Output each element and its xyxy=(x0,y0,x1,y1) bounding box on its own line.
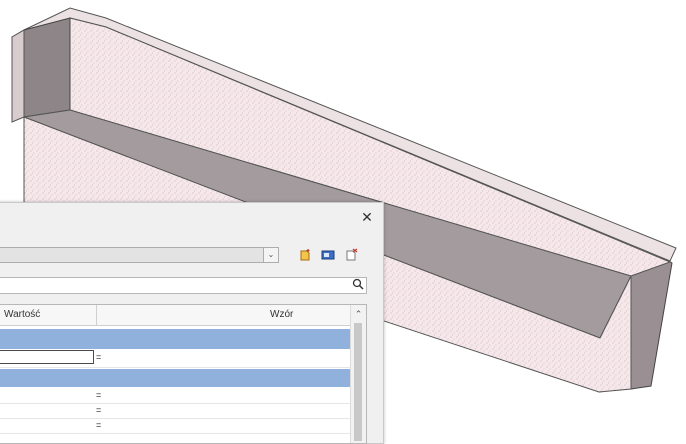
parameter-group-row[interactable] xyxy=(0,369,352,387)
parameter-group-row[interactable] xyxy=(0,329,352,349)
table-row[interactable]: = xyxy=(0,404,352,419)
column-header-formula[interactable]: Wzór xyxy=(270,305,293,325)
type-name-combobox[interactable]: ⌄ xyxy=(0,247,279,263)
rename-type-icon[interactable] xyxy=(321,248,335,262)
beam-end-face xyxy=(630,257,673,390)
formula-cell[interactable]: = xyxy=(96,352,101,362)
column-divider[interactable] xyxy=(96,305,97,325)
family-types-dialog: ✕ ⌄ Wartość Wzór = = = = ⌃ xyxy=(0,202,384,444)
vertical-scrollbar[interactable]: ⌃ xyxy=(350,305,366,443)
search-icon[interactable] xyxy=(350,278,365,293)
table-row[interactable]: = xyxy=(0,419,352,434)
scroll-up-icon[interactable]: ⌃ xyxy=(351,308,366,320)
table-row[interactable]: = xyxy=(0,389,352,404)
formula-cell[interactable]: = xyxy=(96,405,101,415)
value-input[interactable] xyxy=(0,350,94,364)
table-header: Wartość Wzór xyxy=(0,305,352,326)
formula-cell[interactable]: = xyxy=(96,390,101,400)
beam-left-cavity xyxy=(23,17,71,118)
chevron-down-icon[interactable]: ⌄ xyxy=(263,248,278,262)
column-header-value[interactable]: Wartość xyxy=(4,305,40,325)
close-button[interactable]: ✕ xyxy=(359,209,375,225)
parameters-table: Wartość Wzór = = = = ⌃ xyxy=(0,304,367,444)
formula-cell[interactable]: = xyxy=(96,420,101,430)
search-input[interactable] xyxy=(0,277,367,294)
beam-front-wall-top xyxy=(11,29,25,123)
scroll-thumb[interactable] xyxy=(354,323,362,441)
delete-type-icon[interactable] xyxy=(345,248,359,262)
table-row[interactable]: = xyxy=(0,349,352,368)
new-type-icon[interactable] xyxy=(299,248,313,262)
